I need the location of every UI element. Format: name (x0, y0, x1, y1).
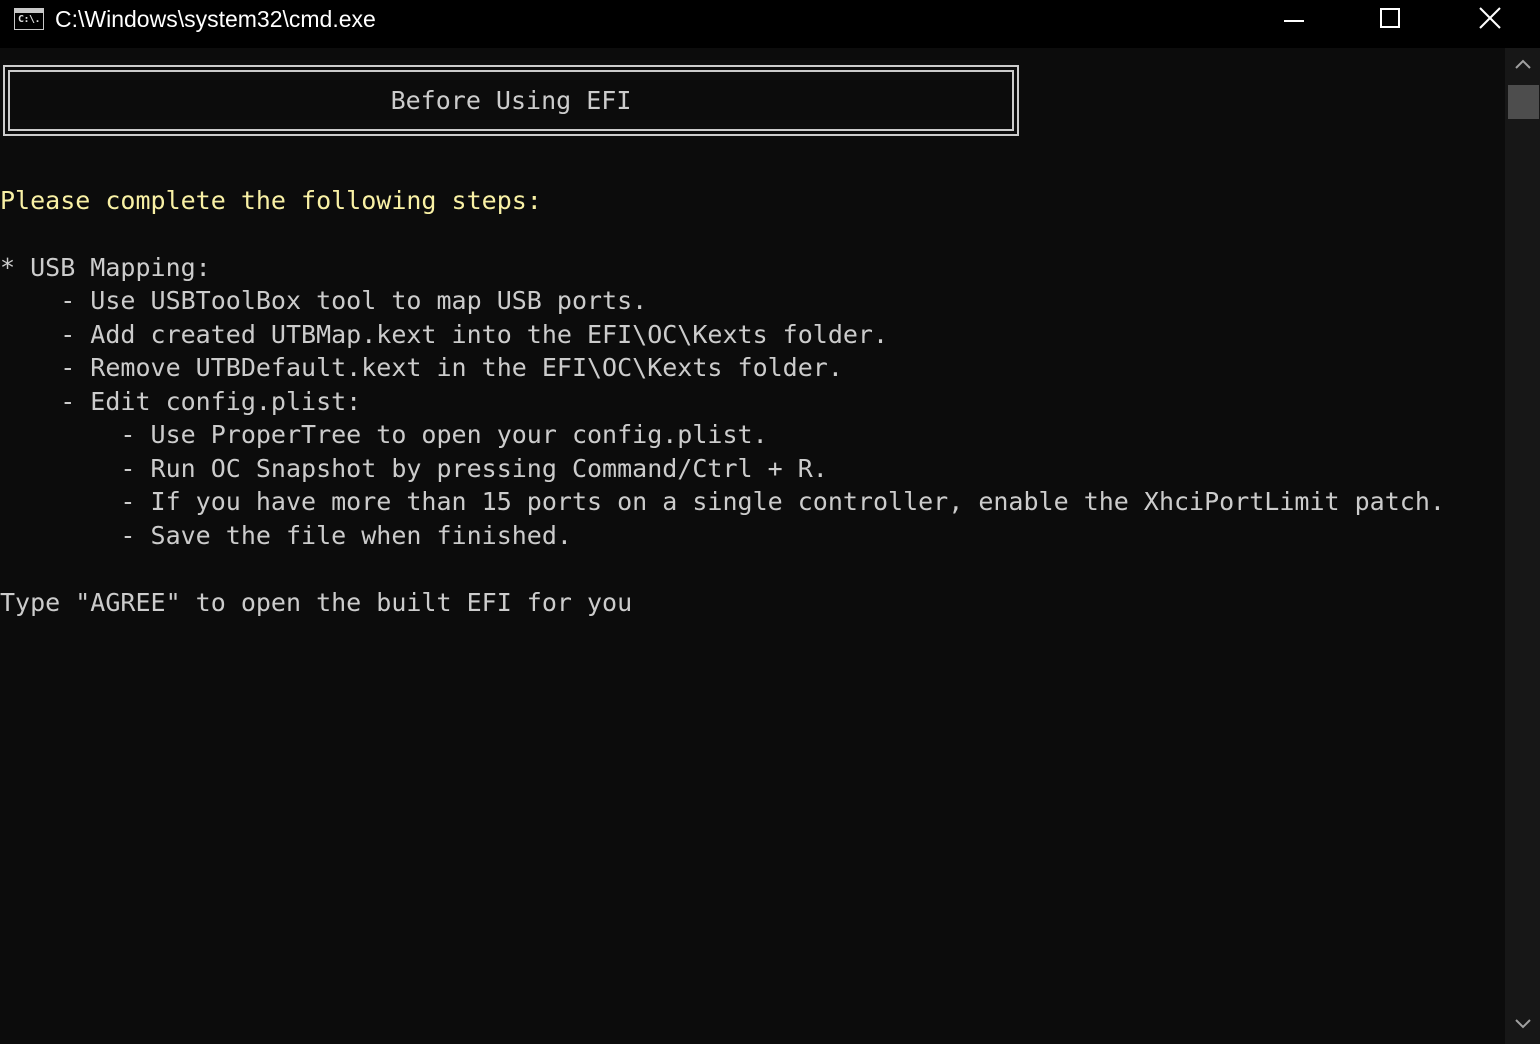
close-button[interactable] (1442, 0, 1538, 36)
steps-heading: Please complete the following steps: (0, 186, 542, 215)
banner-box: Before Using EFI (3, 65, 1019, 136)
console-line: - If you have more than 15 ports on a si… (0, 487, 1445, 516)
maximize-button[interactable] (1342, 0, 1438, 36)
cmd-console-icon[interactable]: C:\. (14, 8, 44, 30)
vertical-scrollbar[interactable] (1505, 48, 1540, 1044)
cmd-icon-text: C:\. (18, 14, 41, 25)
console-line: - Remove UTBDefault.kext in the EFI\OC\K… (0, 353, 843, 382)
console-line: - Save the file when finished. (0, 521, 572, 550)
scrollbar-thumb[interactable] (1508, 85, 1539, 119)
console-line: - Add created UTBMap.kext into the EFI\O… (0, 320, 889, 349)
console-line: - Run OC Snapshot by pressing Command/Ct… (0, 454, 828, 483)
console-line: - Edit config.plist: (0, 387, 362, 416)
console-output[interactable]: Before Using EFI Please complete the fol… (0, 48, 1505, 1044)
chevron-up-icon (1514, 57, 1532, 75)
console-line: * USB Mapping: (0, 253, 211, 282)
scroll-up-button[interactable] (1505, 48, 1540, 84)
agree-prompt: Type "AGREE" to open the built EFI for y… (0, 588, 633, 617)
console-line: - Use USBToolBox tool to map USB ports. (0, 286, 648, 315)
chevron-down-icon (1514, 1017, 1532, 1035)
minimize-icon (1283, 7, 1305, 29)
banner-title: Before Using EFI (390, 86, 632, 115)
close-icon (1478, 6, 1502, 30)
console-line: - Use ProperTree to open your config.pli… (0, 420, 768, 449)
title-bar[interactable]: C:\. C:\Windows\system32\cmd.exe (0, 0, 1540, 48)
cmd-window: C:\. C:\Windows\system32\cmd.exe Before … (0, 0, 1540, 1044)
maximize-icon (1379, 7, 1401, 29)
minimize-button[interactable] (1246, 0, 1342, 36)
scroll-down-button[interactable] (1505, 1008, 1540, 1044)
window-title: C:\Windows\system32\cmd.exe (55, 6, 376, 32)
